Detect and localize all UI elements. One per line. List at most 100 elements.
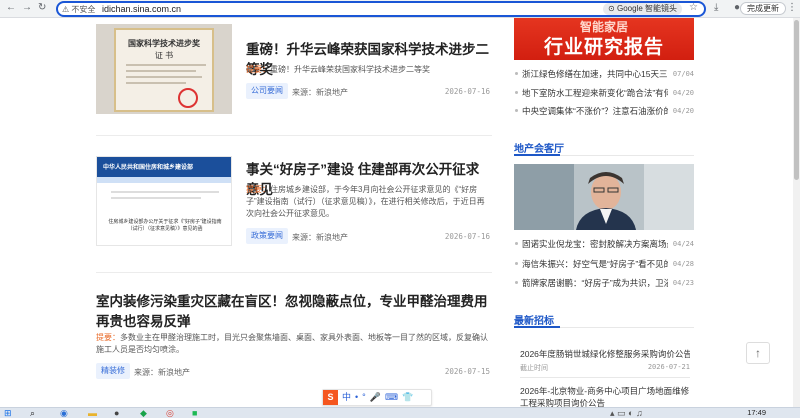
lens-label: Google 智能镜头 bbox=[616, 4, 677, 13]
ime-keyboard-icon[interactable]: ⌨ bbox=[385, 392, 398, 402]
smart-home-report-banner[interactable]: 智能家居 行业研究报告 bbox=[514, 18, 694, 60]
list-item-date: 04/24 bbox=[672, 240, 694, 248]
article-tag-3[interactable]: 精装修 bbox=[96, 363, 130, 379]
cert-line bbox=[126, 64, 206, 66]
file-explorer-icon[interactable]: ▬ bbox=[88, 408, 97, 419]
summary-label: 提要： bbox=[246, 65, 270, 74]
ime-chinese-mode[interactable]: 中 bbox=[342, 392, 351, 402]
bullet-icon bbox=[515, 262, 518, 266]
sogou-logo-icon[interactable]: S bbox=[323, 390, 338, 405]
bid-item-title[interactable]: 2026年-北京物业-商务中心项目广场地面维修工程采购项目询价公告 bbox=[520, 385, 690, 407]
guest-photo-svg bbox=[514, 164, 694, 230]
list-item-text: 浙江绿色修缮在加速，共同中心15天三… bbox=[522, 69, 668, 79]
article-date-1: 2026-07-16 bbox=[444, 87, 490, 96]
summary-text: 住房城乡建设部，于今年3月向社会公开征求意见的《“好房子”建设指南（试行）（征求… bbox=[246, 185, 485, 218]
app-icon[interactable]: ● bbox=[114, 408, 119, 419]
search-icon[interactable]: ⌕ bbox=[30, 408, 35, 419]
reload-icon[interactable]: ↻ bbox=[38, 2, 46, 13]
ime-fullwidth-icon[interactable]: ° bbox=[362, 392, 366, 402]
gov-header-text: 中华人民共和国住房和城乡建设部 bbox=[103, 165, 194, 171]
cert-line bbox=[126, 76, 202, 78]
menu-kebab-icon[interactable]: ⋮ bbox=[787, 2, 797, 13]
bullet-icon bbox=[515, 72, 518, 76]
gov-header-bar: 中华人民共和国住房和城乡建设部 bbox=[97, 157, 231, 177]
article-thumbnail-1[interactable]: 国家科学技术进步奖 证 书 bbox=[96, 24, 232, 114]
list-item-text: 海信朱振兴：好空气是“好房子”看不见的… bbox=[522, 259, 668, 269]
back-to-top-button[interactable]: ↑ bbox=[746, 342, 770, 364]
article-thumbnail-2[interactable]: 中华人民共和国住房和城乡建设部 住房城乡建设部办公厅关于征求《“好房子”建设指南… bbox=[96, 156, 232, 246]
list-item-date: 04/20 bbox=[672, 89, 694, 97]
article-title-3[interactable]: 室内装修污染重灾区藏在盲区！忽视隐蔽点位，专业甲醛治理费用再贵也容易反弹 bbox=[96, 292, 492, 332]
doc-caption: 住房城乡建设部办公厅关于征求《“好房子”建设指南（试行）（征求意见稿）》意见的函 bbox=[108, 219, 222, 232]
ime-punctuation-icon[interactable]: • bbox=[355, 392, 358, 402]
taskbar-clock[interactable]: 17:49 bbox=[747, 408, 766, 418]
bullet-icon bbox=[515, 242, 518, 246]
back-icon[interactable]: ← bbox=[6, 2, 16, 13]
forward-icon[interactable]: → bbox=[22, 2, 32, 13]
article-divider bbox=[96, 135, 492, 136]
top-list-item[interactable]: 浙江绿色修缮在加速，共同中心15天三… 07/04 bbox=[514, 67, 694, 81]
article-divider bbox=[96, 272, 492, 273]
url-text[interactable]: idichan.sina.com.cn bbox=[102, 4, 181, 14]
section-title-bids[interactable]: 最新招标 bbox=[514, 312, 554, 327]
clock-time: 17:49 bbox=[747, 408, 766, 417]
bid-item-title[interactable]: 2026年度肠销世城绿化修整服务采购询价公告 bbox=[520, 348, 690, 360]
top-list-item[interactable]: 中央空调集体“不涨价”？注意石油涨价的… 04/20 bbox=[514, 104, 694, 118]
chrome-icon[interactable]: ◎ bbox=[166, 408, 174, 419]
tray-icons[interactable]: ▴ ▭ ◐ ♫ bbox=[610, 408, 643, 419]
article-tag-1[interactable]: 公司要闻 bbox=[246, 83, 288, 99]
list-item-text: 固诺实业倪龙宝：密封胶解决方案离场最… bbox=[522, 239, 668, 249]
wechat-icon[interactable]: ◆ bbox=[140, 408, 147, 419]
cert-sub: 证 书 bbox=[154, 51, 174, 60]
section-underline bbox=[514, 154, 560, 156]
ime-toolbar[interactable]: S中•°🎤⌨👕📁Ai bbox=[322, 389, 432, 417]
section-underline bbox=[514, 326, 560, 328]
article-tag-2[interactable]: 政策要闻 bbox=[246, 228, 288, 244]
edge-icon[interactable]: ◉ bbox=[60, 408, 68, 419]
google-lens-button[interactable]: ⊙ Google 智能镜头 bbox=[603, 3, 682, 15]
ime-skin-icon[interactable]: 👕 bbox=[402, 392, 413, 402]
bullet-icon bbox=[515, 281, 518, 285]
article-card-2[interactable]: 中华人民共和国住房和城乡建设部 住房城乡建设部办公厅关于征求《“好房子”建设指南… bbox=[96, 150, 492, 270]
article-date-2: 2026-07-16 bbox=[444, 232, 490, 241]
summary-label: 提要： bbox=[246, 185, 270, 194]
insecure-badge[interactable]: ⚠ 不安全 bbox=[62, 4, 95, 15]
doc-line bbox=[111, 191, 219, 193]
section-title-guest[interactable]: 地产会客厅 bbox=[514, 140, 564, 155]
article-source-3: 来源：新浪地产 bbox=[134, 368, 190, 377]
certificate-image: 国家科学技术进步奖 证 书 bbox=[114, 28, 214, 112]
summary-label: 提要： bbox=[96, 333, 120, 342]
bid-deadline-date: 2026-07-21 bbox=[647, 363, 690, 371]
guest-list-item[interactable]: 海信朱振兴：好空气是“好房子”看不见的… 04/28 bbox=[514, 257, 694, 271]
finish-update-button[interactable]: 完成更新 bbox=[740, 2, 786, 15]
bid-deadline-label: 截止时间 bbox=[520, 365, 548, 372]
app-icon[interactable]: ■ bbox=[192, 408, 197, 419]
bid-item-meta: 截止时间 2026-07-21 bbox=[520, 363, 690, 373]
page-scrollbar-thumb[interactable] bbox=[794, 20, 799, 180]
windows-start-icon[interactable]: ⊞ bbox=[4, 408, 12, 419]
list-item-text: 箭牌家居谢鹏：“好房子”成为共识，卫浴… bbox=[522, 278, 668, 288]
download-icon[interactable]: ⤓ bbox=[714, 2, 718, 13]
insecure-label: 不安全 bbox=[71, 5, 96, 14]
bid-divider bbox=[520, 377, 690, 378]
article-card-1[interactable]: 国家科学技术进步奖 证 书 重磅！升华云峰荣获国家科学技术进步二等奖 提要：重磅… bbox=[96, 18, 492, 136]
list-item-text: 中央空调集体“不涨价”？注意石油涨价的… bbox=[522, 106, 668, 116]
article-source-2: 来源：新浪地产 bbox=[292, 233, 348, 242]
summary-text: 多数业主在甲醛治理施工时，目光只会聚焦墙面、桌面、家具外表面、地板等一目了然的区… bbox=[96, 333, 488, 354]
seal-icon bbox=[178, 88, 198, 108]
article-summary-2: 提要：住房城乡建设部，于今年3月向社会公开征求意见的《“好房子”建设指南（试行）… bbox=[246, 184, 492, 220]
list-item-date: 04/28 bbox=[672, 260, 694, 268]
guest-photo[interactable] bbox=[514, 164, 694, 230]
ime-voice-icon[interactable]: 🎤 bbox=[370, 392, 381, 402]
lens-icon: ⊙ bbox=[608, 4, 617, 13]
top-list-item[interactable]: 地下室防水工程迎来新变化“跪合法”有何… 04/20 bbox=[514, 86, 694, 100]
cert-line bbox=[126, 82, 186, 84]
guest-list-item[interactable]: 箭牌家居谢鹏：“好房子”成为共识，卫浴… 04/23 bbox=[514, 276, 694, 290]
address-bar[interactable]: ⚠ 不安全 idichan.sina.com.cn ⊙ Google 智能镜头 … bbox=[56, 1, 706, 17]
bullet-icon bbox=[515, 109, 518, 113]
guest-list-item[interactable]: 固诺实业倪龙宝：密封胶解决方案离场最… 04/24 bbox=[514, 237, 694, 251]
list-item-date: 04/23 bbox=[672, 279, 694, 287]
bookmark-star-icon[interactable]: ☆ bbox=[689, 2, 698, 13]
article-source-1: 来源：新浪地产 bbox=[292, 88, 348, 97]
article-card-3[interactable]: 室内装修污染重灾区藏在盲区！忽视隐蔽点位，专业甲醛治理费用再贵也容易反弹 提要：… bbox=[96, 290, 492, 390]
